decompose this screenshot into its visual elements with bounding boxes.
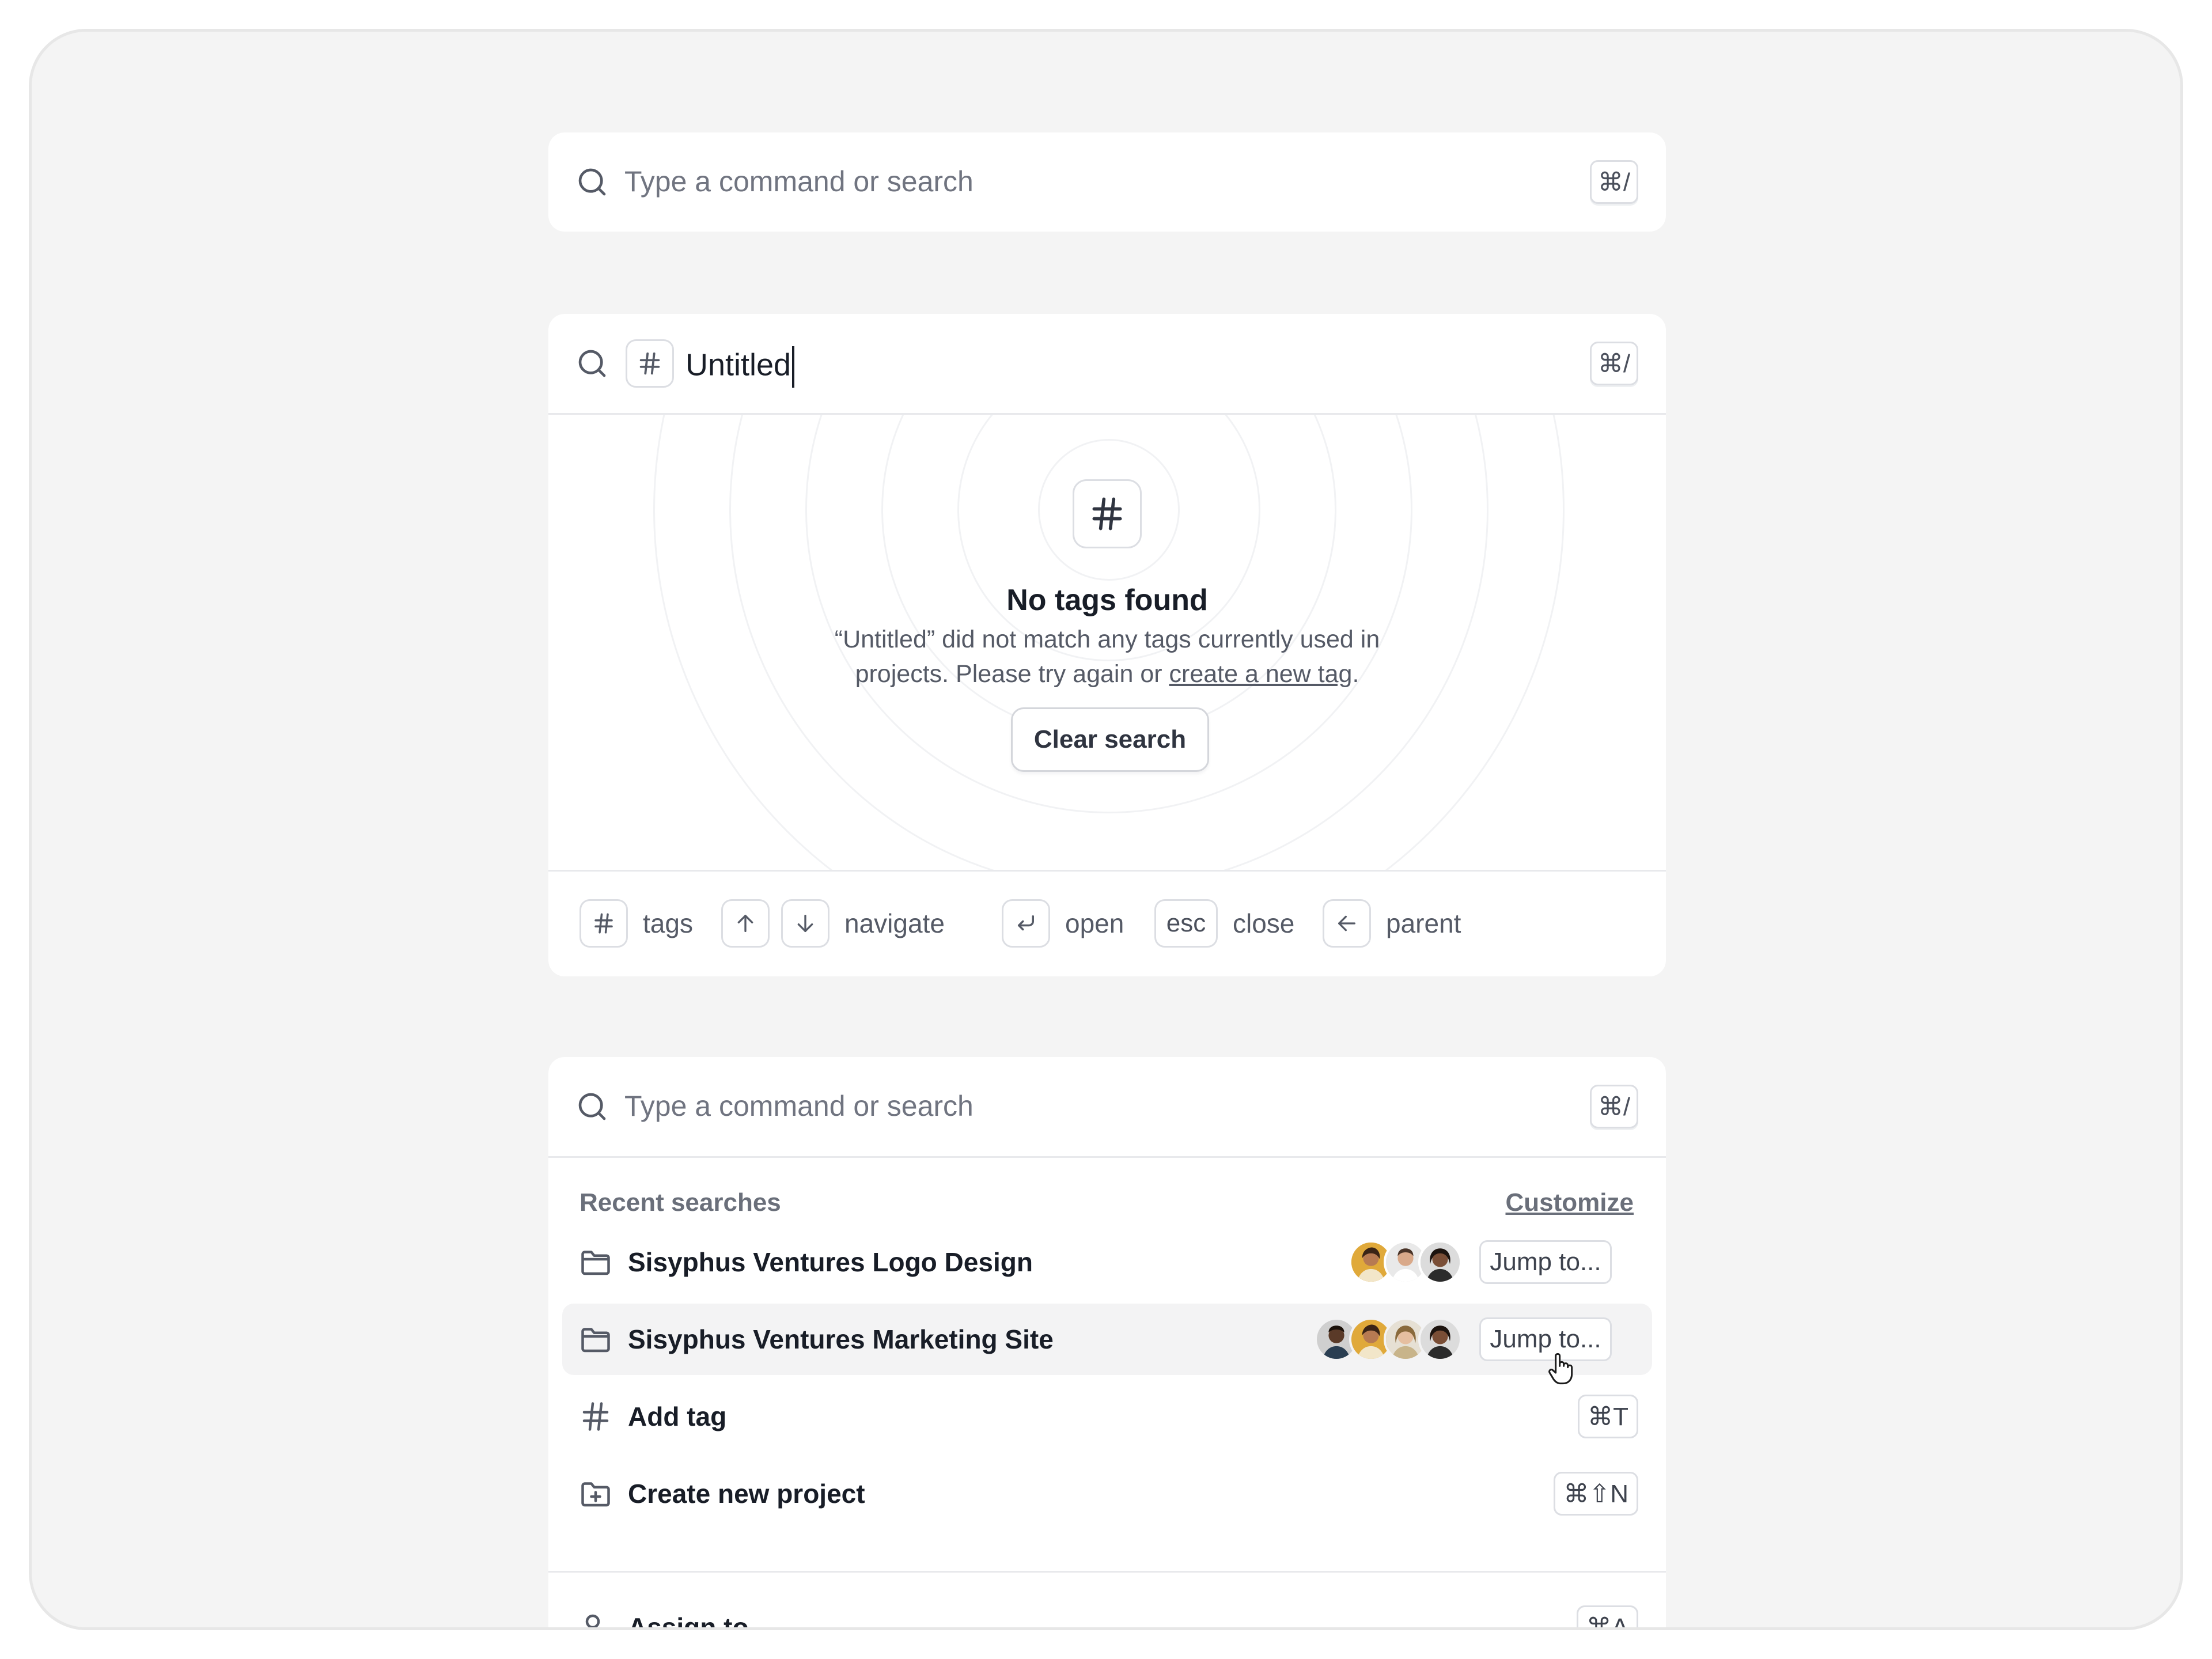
hash-icon (1092, 497, 1122, 531)
user-plus-icon (585, 1614, 600, 1627)
close-hint-label: close (1233, 908, 1295, 938)
parent-hint-label: parent (1386, 908, 1461, 938)
list-item-marketing-site[interactable]: Sisyphus Ventures Marketing Site Jump to… (562, 1304, 1652, 1385)
text-caret (792, 346, 795, 388)
tag-search-panel: Untitled ⌘/ No tags found “Untitled” did… (548, 314, 1666, 976)
navigate-hint-label: navigate (844, 908, 945, 938)
esc-key: esc (1154, 899, 1218, 948)
tags-hint-label: tags (643, 908, 693, 938)
arrow-down-key (781, 899, 830, 948)
customize-link[interactable]: Customize (1506, 1188, 1634, 1217)
shortcut-key: ⌘/ (1590, 160, 1638, 204)
divider (548, 1156, 1666, 1158)
list-item-create-project[interactable]: Create new project ⌘⇧N (562, 1458, 1652, 1529)
empty-description: “Untitled” did not match any tags curren… (834, 626, 1380, 688)
arrow-left-icon (1338, 915, 1355, 931)
keyboard-hints: tags navigate open esc close parent (548, 872, 1666, 976)
hash-filter-chip[interactable] (626, 339, 674, 388)
arrow-down-icon (797, 915, 813, 932)
item-label: Create new project (628, 1479, 865, 1509)
arrow-up-icon (737, 915, 753, 932)
command-search-panel-collapsed: Type a command or search ⌘/ (548, 132, 1666, 232)
empty-state: No tags found “Untitled” did not match a… (548, 415, 1666, 870)
search-input[interactable]: Untitled (685, 346, 795, 388)
search-bar[interactable]: Type a command or search ⌘/ (548, 132, 1666, 232)
tag-search-bar[interactable]: Untitled ⌘/ (548, 314, 1666, 413)
hash-icon (639, 352, 660, 375)
item-label: Assign to... (628, 1612, 771, 1630)
shortcut-key: ⌘/ (1590, 342, 1638, 385)
folder-icon (581, 1251, 610, 1275)
section-label: Recent searches (579, 1188, 781, 1217)
search-placeholder[interactable]: Type a command or search (624, 167, 974, 196)
folder-icon (581, 1328, 610, 1353)
search-bar[interactable]: Type a command or search ⌘/ (548, 1057, 1666, 1156)
enter-key (1002, 899, 1050, 948)
search-icon (578, 350, 606, 377)
list-item-logo-design[interactable]: Sisyphus Ventures Logo Design Jump to... (562, 1226, 1652, 1298)
hash-icon (582, 1402, 609, 1431)
open-hint-label: open (1065, 908, 1124, 938)
shortcut-key: ⌘/ (1590, 1085, 1638, 1128)
empty-hash-badge (1073, 479, 1142, 548)
shortcut-key: ⌘⇧N (1554, 1472, 1638, 1516)
avatar (1418, 1317, 1462, 1361)
item-label: Sisyphus Ventures Marketing Site (628, 1324, 1054, 1354)
return-icon (1018, 915, 1034, 931)
shortcut-key: ⌘T (1578, 1395, 1638, 1438)
empty-title: No tags found (1006, 584, 1208, 617)
search-icon (578, 1093, 606, 1120)
create-tag-link[interactable]: create a new tag (1169, 660, 1353, 688)
list-item-add-tag[interactable]: Add tag ⌘T (562, 1381, 1652, 1452)
list-item-assign[interactable]: Assign to... ⌘A (562, 1592, 1652, 1630)
item-label: Sisyphus Ventures Logo Design (628, 1247, 1033, 1277)
hash-icon (594, 913, 613, 934)
tags-key (579, 899, 628, 948)
clear-search-button[interactable]: Clear search (1011, 707, 1209, 772)
canvas: Type a command or search ⌘/ Untitled ⌘/ … (29, 29, 2183, 1630)
arrow-left-key (1323, 899, 1371, 948)
item-label: Add tag (628, 1402, 727, 1431)
search-placeholder[interactable]: Type a command or search (624, 1092, 974, 1120)
arrow-up-key (721, 899, 770, 948)
folder-plus-icon (581, 1482, 610, 1507)
jump-to-button[interactable]: Jump to... (1479, 1240, 1612, 1284)
command-palette-panel: Type a command or search ⌘/ Recent searc… (548, 1057, 1666, 1630)
search-icon (578, 168, 606, 196)
shortcut-key: ⌘A (1576, 1605, 1638, 1627)
avatar (1418, 1240, 1462, 1284)
divider (548, 1571, 1666, 1573)
